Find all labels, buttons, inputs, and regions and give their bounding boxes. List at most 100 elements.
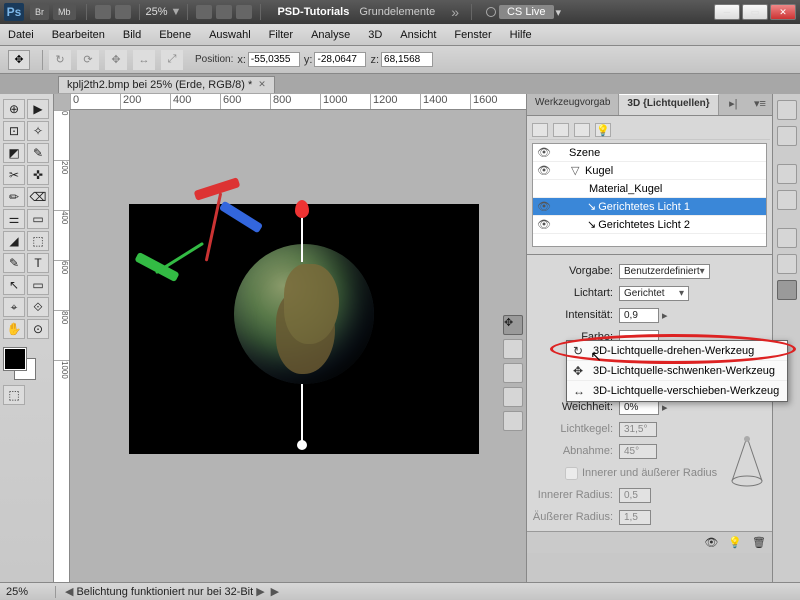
menu-bild[interactable]: Bild <box>123 29 141 41</box>
3d-rotate-icon[interactable]: ↻ <box>49 50 71 70</box>
fg-color-swatch[interactable] <box>4 348 26 370</box>
workspace-more-icon[interactable]: » <box>451 4 459 20</box>
tool-eyedrop[interactable]: ✎ <box>27 143 49 163</box>
dock-3d-icon[interactable] <box>777 280 797 300</box>
tool-hand[interactable]: ✋ <box>3 319 25 339</box>
status-zoom[interactable]: 25% <box>6 586 56 598</box>
menu-analyse[interactable]: Analyse <box>311 29 350 41</box>
cslive-button[interactable]: CS Live <box>499 5 554 19</box>
eye-icon[interactable]: 👁 <box>537 200 555 213</box>
tool-marquee[interactable]: ▶ <box>27 99 49 119</box>
status-prev-icon[interactable]: ◀ <box>65 585 73 598</box>
tool-3d[interactable]: ⌖ <box>3 297 25 317</box>
light-color-icon[interactable] <box>503 411 523 431</box>
dock-adjust-icon[interactable] <box>777 164 797 184</box>
toggle-lights-icon[interactable]: 👁 <box>704 536 718 549</box>
dock-layers-icon[interactable] <box>777 228 797 248</box>
tool-blur[interactable]: ◢ <box>3 231 25 251</box>
menu-filter[interactable]: Filter <box>269 29 293 41</box>
menu-3d[interactable]: 3D <box>368 29 382 41</box>
dock-color-icon[interactable] <box>777 100 797 120</box>
eye-icon[interactable]: 👁 <box>537 146 555 159</box>
bridge-button[interactable]: Br <box>30 4 49 20</box>
tool-type[interactable]: T <box>27 253 49 273</box>
tool-lasso[interactable]: ⊡ <box>3 121 25 141</box>
tool-pen[interactable]: ✎ <box>3 253 25 273</box>
light-pan-tool-icon[interactable] <box>503 339 523 359</box>
globe-mesh[interactable] <box>234 244 374 384</box>
workspace-other[interactable]: Grundelemente <box>359 6 435 18</box>
intensity-input[interactable]: 0,9 <box>619 308 659 323</box>
hand-icon[interactable] <box>196 5 212 19</box>
zoom-display[interactable]: 25% <box>146 6 168 18</box>
menu-fenster[interactable]: Fenster <box>454 29 491 41</box>
tree-row-scene[interactable]: 👁Szene <box>533 144 766 162</box>
tool-brush[interactable]: ✜ <box>27 165 49 185</box>
tool-move[interactable]: ⊕ <box>3 99 25 119</box>
menu-auswahl[interactable]: Auswahl <box>209 29 251 41</box>
menu-ebene[interactable]: Ebene <box>159 29 191 41</box>
tree-row-material[interactable]: Material_Kugel <box>533 180 766 198</box>
filter-material-icon[interactable] <box>574 123 590 137</box>
tool-history[interactable]: ⌫ <box>27 187 49 207</box>
document-tab[interactable]: kplj2th2.bmp bei 25% (Erde, RGB/8) * ✕ <box>58 76 275 93</box>
tool-gradient[interactable]: ▭ <box>27 209 49 229</box>
dock-swatches-icon[interactable] <box>777 126 797 146</box>
tab-3d-lights[interactable]: 3D {Lichtquellen} <box>619 94 718 115</box>
eye-icon[interactable]: 👁 <box>537 164 555 177</box>
window-minimize-button[interactable]: ─ <box>714 4 740 20</box>
menu-hilfe[interactable]: Hilfe <box>510 29 532 41</box>
tool-quickmask[interactable]: ⬚ <box>3 385 25 405</box>
menu-bearbeiten[interactable]: Bearbeiten <box>52 29 105 41</box>
window-maximize-button[interactable]: ▭ <box>742 4 768 20</box>
view-extras-icon[interactable] <box>95 5 111 19</box>
dock-channels-icon[interactable] <box>777 254 797 274</box>
tool-eraser[interactable]: ⚌ <box>3 209 25 229</box>
light-indicator-top[interactable] <box>301 214 303 262</box>
dock-masks-icon[interactable] <box>777 190 797 210</box>
tab-tool-presets[interactable]: Werkzeugvorgab <box>527 94 619 115</box>
document-tab-close-icon[interactable]: ✕ <box>258 79 266 90</box>
tool-heal[interactable]: ✂ <box>3 165 25 185</box>
z-input[interactable] <box>381 52 433 67</box>
light-indicator-bottom[interactable] <box>301 384 303 442</box>
filter-mesh-icon[interactable] <box>553 123 569 137</box>
flyout-slide[interactable]: ↔3D-Lichtquelle-verschieben-Werkzeug <box>567 381 787 401</box>
tool-shape[interactable]: ▭ <box>27 275 49 295</box>
window-close-button[interactable]: ✕ <box>770 4 796 20</box>
current-tool-icon[interactable]: ✥ <box>8 50 30 70</box>
color-swatches[interactable] <box>2 348 48 384</box>
3d-gizmo[interactable] <box>134 184 254 304</box>
3d-pan-icon[interactable]: ✥ <box>105 50 127 70</box>
tree-row-light2[interactable]: 👁↘Gerichtetes Licht 2 <box>533 216 766 234</box>
lighttype-select[interactable]: Gerichtet <box>619 286 689 301</box>
3d-scale-icon[interactable]: ⤢ <box>161 50 183 70</box>
tree-row-mesh[interactable]: 👁▽Kugel <box>533 162 766 180</box>
tool-dodge[interactable]: ⬚ <box>27 231 49 251</box>
gizmo-handle-green[interactable] <box>134 252 179 282</box>
3d-roll-icon[interactable]: ⟳ <box>77 50 99 70</box>
workspace-active[interactable]: PSD-Tutorials <box>277 6 349 18</box>
view-grid-icon[interactable] <box>115 5 131 19</box>
tool-3dcam[interactable]: ⟐ <box>27 297 49 317</box>
y-input[interactable] <box>314 52 366 67</box>
new-light-icon[interactable]: 💡 <box>728 536 742 549</box>
menu-datei[interactable]: Datei <box>8 29 34 41</box>
light-point-at-icon[interactable] <box>503 387 523 407</box>
status-menu-icon[interactable]: ▶ <box>271 585 279 598</box>
tool-stamp[interactable]: ✏ <box>3 187 25 207</box>
3d-slide-icon[interactable]: ↔ <box>133 50 155 70</box>
tool-zoom[interactable]: ⊙ <box>27 319 49 339</box>
gizmo-handle-red[interactable] <box>194 177 241 201</box>
panel-collapse-icon[interactable]: ▸| <box>723 94 743 115</box>
arrange-icon[interactable] <box>216 5 232 19</box>
delete-light-icon[interactable]: 🗑 <box>752 536 766 549</box>
preset-select[interactable]: Benutzerdefiniert <box>619 264 710 279</box>
light-rotate-tool-icon[interactable]: ✥ <box>503 315 523 335</box>
tool-wand[interactable]: ✧ <box>27 121 49 141</box>
tool-path[interactable]: ↖ <box>3 275 25 295</box>
screen-mode-icon[interactable] <box>236 5 252 19</box>
gizmo-axis-x[interactable] <box>205 192 222 261</box>
light-slide-tool-icon[interactable] <box>503 363 523 383</box>
canvas-area[interactable]: 02004006008001000120014001600 0200400600… <box>54 94 526 582</box>
